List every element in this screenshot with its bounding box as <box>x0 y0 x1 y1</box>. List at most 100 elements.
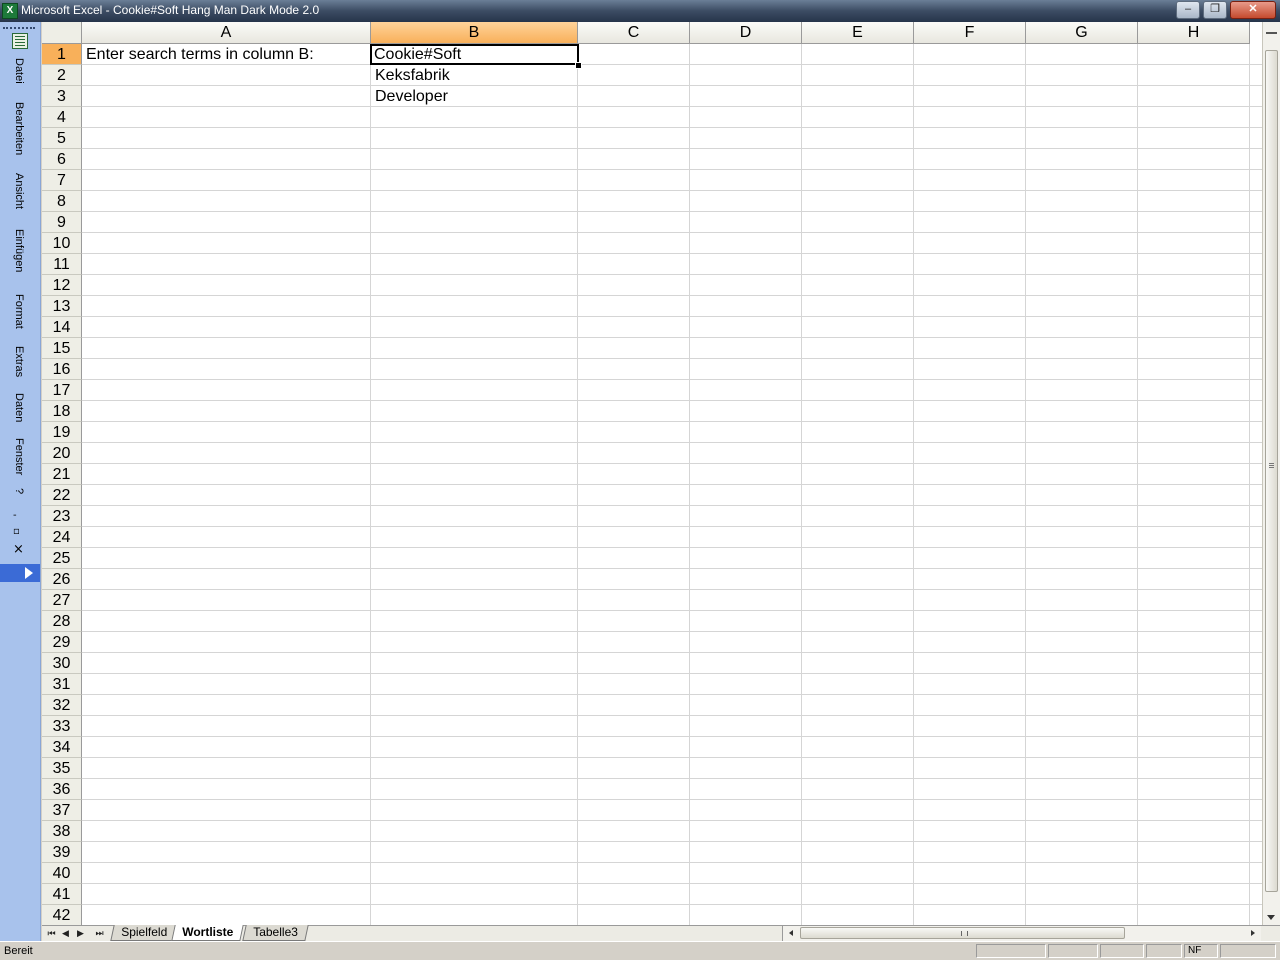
row-header-28[interactable]: 28 <box>42 611 82 632</box>
horizontal-scrollbar[interactable] <box>782 926 1261 941</box>
row-header-3[interactable]: 3 <box>42 86 82 107</box>
row-header-19[interactable]: 19 <box>42 422 82 443</box>
select-all-corner[interactable] <box>42 22 82 44</box>
tab-tabelle3[interactable]: Tabelle3 <box>242 925 309 941</box>
row-header-22[interactable]: 22 <box>42 485 82 506</box>
excel-icon[interactable]: X <box>2 3 18 19</box>
column-gridline <box>577 44 578 925</box>
column-gridline <box>801 44 802 925</box>
row-header-34[interactable]: 34 <box>42 737 82 758</box>
row-header-17[interactable]: 17 <box>42 380 82 401</box>
column-header-h[interactable]: H <box>1138 22 1250 44</box>
tab-spielfeld[interactable]: Spielfeld <box>110 925 178 941</box>
column-header-b[interactable]: B <box>371 22 578 44</box>
column-header-g[interactable]: G <box>1026 22 1138 44</box>
row-header-35[interactable]: 35 <box>42 758 82 779</box>
row-header-37[interactable]: 37 <box>42 800 82 821</box>
row-header-31[interactable]: 31 <box>42 674 82 695</box>
menu-extras[interactable]: Extras <box>9 346 29 377</box>
title-bar[interactable]: X Microsoft Excel - Cookie#Soft Hang Man… <box>0 0 1280 22</box>
row-header-16[interactable]: 16 <box>42 359 82 380</box>
row-header-23[interactable]: 23 <box>42 506 82 527</box>
row-header-18[interactable]: 18 <box>42 401 82 422</box>
cell-b3[interactable]: Developer <box>371 86 578 107</box>
toolbar-options-button[interactable] <box>0 564 40 582</box>
row-header-9[interactable]: 9 <box>42 212 82 233</box>
workbook-restore-button[interactable]: ▫ <box>13 526 20 537</box>
row-header-38[interactable]: 38 <box>42 821 82 842</box>
worksheet-grid[interactable]: ABCDEFGH 1 2 3 4 5 6 7 8 9 10 11 12 13 14 15 16 17 18 19 20… <box>42 22 1262 925</box>
next-sheet-button[interactable]: ▶ <box>73 926 88 941</box>
minimize-button[interactable]: – <box>1176 1 1200 19</box>
row-header-10[interactable]: 10 <box>42 233 82 254</box>
column-header-a[interactable]: A <box>82 22 371 44</box>
close-button[interactable]: ✕ <box>1230 1 1276 19</box>
cell-a1[interactable]: Enter search terms in column B: <box>82 44 371 65</box>
column-header-d[interactable]: D <box>690 22 802 44</box>
menu-einfuegen[interactable]: Einfügen <box>9 229 29 272</box>
menu-ansicht[interactable]: Ansicht <box>9 173 29 209</box>
menu-fenster[interactable]: Fenster <box>9 438 29 475</box>
row-header-25[interactable]: 25 <box>42 548 82 569</box>
scroll-down-arrow-icon[interactable] <box>1267 915 1275 920</box>
row-header-20[interactable]: 20 <box>42 443 82 464</box>
cell-b1-active[interactable]: Cookie#Soft <box>370 44 579 65</box>
row-gridline <box>82 820 1262 821</box>
toolbar-grip[interactable] <box>3 27 35 31</box>
row-header-21[interactable]: 21 <box>42 464 82 485</box>
menu-bearbeiten[interactable]: Bearbeiten <box>9 102 29 155</box>
row-header-26[interactable]: 26 <box>42 569 82 590</box>
first-sheet-button[interactable]: ⏮ <box>44 926 59 941</box>
tab-wortliste[interactable]: Wortliste <box>171 925 244 941</box>
column-header-c[interactable]: C <box>578 22 690 44</box>
menu-help[interactable]: ? <box>9 488 29 494</box>
last-sheet-button[interactable]: ⏭ <box>92 926 107 941</box>
menu-daten[interactable]: Daten <box>9 393 29 422</box>
row-header-36[interactable]: 36 <box>42 779 82 800</box>
worksheet-icon[interactable] <box>12 33 28 49</box>
row-header-2[interactable]: 2 <box>42 65 82 86</box>
row-header-12[interactable]: 12 <box>42 275 82 296</box>
menu-datei[interactable]: Datei <box>9 58 29 84</box>
restore-button[interactable]: ❐ <box>1203 1 1227 19</box>
vertical-scrollbar[interactable] <box>1262 22 1280 925</box>
row-header-15[interactable]: 15 <box>42 338 82 359</box>
row-gridline <box>82 589 1262 590</box>
scroll-left-arrow-icon[interactable] <box>789 930 793 936</box>
row-gridline <box>82 358 1262 359</box>
row-header-14[interactable]: 14 <box>42 317 82 338</box>
row-header-11[interactable]: 11 <box>42 254 82 275</box>
row-header-7[interactable]: 7 <box>42 170 82 191</box>
row-header-24[interactable]: 24 <box>42 527 82 548</box>
column-header-f[interactable]: F <box>914 22 1026 44</box>
row-header-4[interactable]: 4 <box>42 107 82 128</box>
column-gridline <box>1137 44 1138 925</box>
cell-b2[interactable]: Keksfabrik <box>371 65 578 86</box>
row-header-32[interactable]: 32 <box>42 695 82 716</box>
row-header-27[interactable]: 27 <box>42 590 82 611</box>
vertical-scroll-thumb[interactable] <box>1265 50 1278 892</box>
row-header-8[interactable]: 8 <box>42 191 82 212</box>
status-panel-3 <box>1100 944 1144 958</box>
scroll-right-arrow-icon[interactable] <box>1251 930 1255 936</box>
horizontal-scroll-thumb[interactable] <box>800 927 1125 939</box>
workbook-minimize-button[interactable]: - <box>13 510 17 521</box>
row-header-1[interactable]: 1 <box>42 44 82 65</box>
row-header-5[interactable]: 5 <box>42 128 82 149</box>
workbook-close-button[interactable]: × <box>13 542 24 557</box>
row-header-39[interactable]: 39 <box>42 842 82 863</box>
row-header-42[interactable]: 42 <box>42 905 82 925</box>
split-handle[interactable] <box>1266 32 1277 34</box>
column-header-e[interactable]: E <box>802 22 914 44</box>
row-header-29[interactable]: 29 <box>42 632 82 653</box>
row-gridline <box>82 778 1262 779</box>
prev-sheet-button[interactable]: ◀ <box>58 926 73 941</box>
menu-format[interactable]: Format <box>9 294 29 329</box>
row-header-40[interactable]: 40 <box>42 863 82 884</box>
row-gridline <box>82 253 1262 254</box>
row-header-30[interactable]: 30 <box>42 653 82 674</box>
row-header-13[interactable]: 13 <box>42 296 82 317</box>
row-header-6[interactable]: 6 <box>42 149 82 170</box>
row-header-41[interactable]: 41 <box>42 884 82 905</box>
row-header-33[interactable]: 33 <box>42 716 82 737</box>
